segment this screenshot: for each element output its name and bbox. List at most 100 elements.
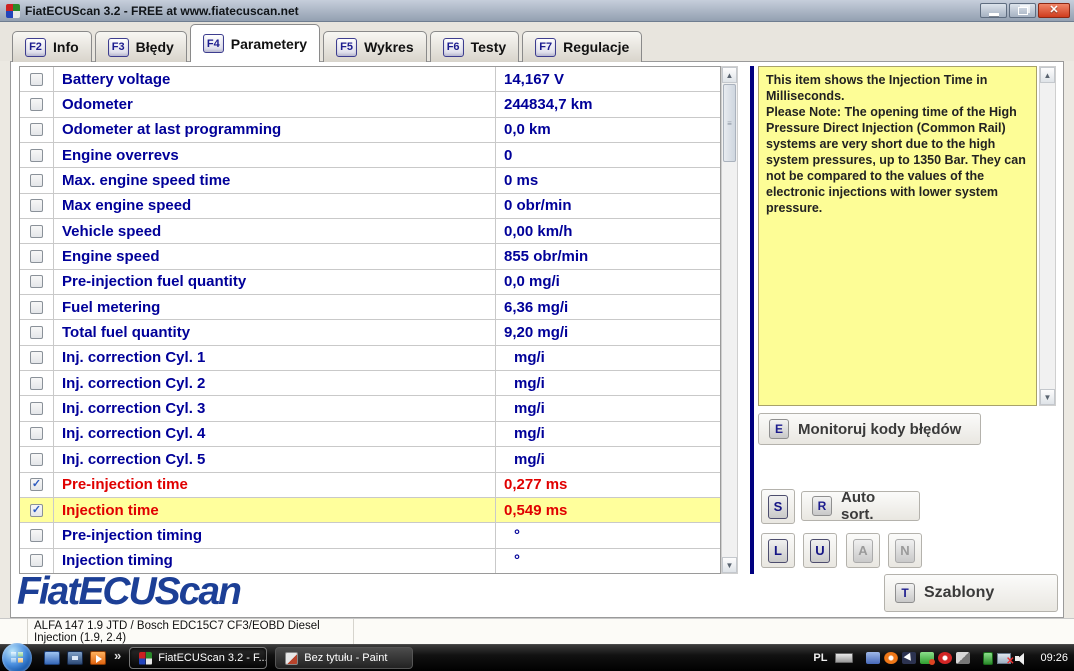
scrollbar-thumb[interactable]: ≡ (723, 84, 736, 162)
media-player-icon[interactable] (90, 651, 106, 665)
tab-label: Parametery (231, 36, 307, 52)
scroll-up-icon[interactable]: ▲ (722, 67, 737, 83)
table-row[interactable]: Max engine speed0 obr/min (20, 193, 720, 218)
gray-app-icon[interactable] (956, 652, 970, 664)
row-checkbox[interactable] (30, 554, 43, 567)
checkbox-cell (20, 371, 54, 395)
param-name: Pre-injection timing (54, 523, 495, 547)
language-indicator[interactable]: PL (813, 652, 827, 664)
param-name: Inj. correction Cyl. 3 (54, 396, 495, 420)
checkbox-cell (20, 270, 54, 294)
param-value: 855 obr/min (495, 244, 720, 268)
signal-icon[interactable] (920, 652, 934, 664)
table-row[interactable]: Inj. correction Cyl. 1mg/i (20, 345, 720, 370)
taskbar: » FiatECUScan 3.2 - F... Bez tytułu - Pai… (0, 644, 1074, 671)
tab-regulacje[interactable]: F7Regulacje (522, 31, 642, 62)
key-l-button[interactable]: L (761, 533, 795, 568)
checkbox-cell (20, 92, 54, 116)
parameter-info-box: This item shows the Injection Time in Mi… (758, 66, 1037, 406)
table-row[interactable]: Inj. correction Cyl. 3mg/i (20, 395, 720, 420)
volume-icon[interactable] (1015, 652, 1030, 665)
remote-desktop-icon[interactable] (67, 651, 83, 665)
network-offline-icon[interactable] (997, 653, 1011, 664)
table-row[interactable]: Total fuel quantity9,20 mg/i (20, 319, 720, 344)
templates-button[interactable]: T Szablony (884, 574, 1058, 612)
row-checkbox[interactable] (30, 73, 43, 86)
monitor-error-codes-button[interactable]: E Monitoruj kody błędów (758, 413, 981, 445)
clock: 09:26 (1040, 652, 1068, 664)
tab-testy[interactable]: F6Testy (430, 31, 520, 62)
row-checkbox[interactable] (30, 250, 43, 263)
checkbox-cell: ✓ (20, 473, 54, 497)
key-a-button[interactable]: A (846, 533, 880, 568)
tab-wykres[interactable]: F5 Wykres (323, 31, 427, 62)
table-row[interactable]: Odometer244834,7 km (20, 91, 720, 116)
row-checkbox[interactable]: ✓ (30, 478, 43, 491)
restore-button[interactable] (1009, 3, 1036, 18)
row-checkbox[interactable] (30, 377, 43, 390)
auto-sort-button[interactable]: R Auto sort. (801, 491, 920, 521)
row-checkbox[interactable] (30, 275, 43, 288)
tab-błędy[interactable]: F3Błędy (95, 31, 187, 62)
row-checkbox[interactable] (30, 199, 43, 212)
row-checkbox[interactable] (30, 98, 43, 111)
tab-label: Wykres (364, 39, 414, 55)
param-value: mg/i (495, 422, 720, 446)
key-l-badge: L (768, 539, 788, 563)
key-u-button[interactable]: U (803, 533, 837, 568)
row-checkbox[interactable] (30, 149, 43, 162)
parameter-table: Battery voltage14,167 VOdometer244834,7 … (19, 66, 721, 574)
close-button[interactable] (1038, 3, 1070, 18)
table-row[interactable]: Inj. correction Cyl. 4mg/i (20, 421, 720, 446)
table-row[interactable]: ✓Injection time0,549 ms (20, 497, 720, 522)
keyboard-icon[interactable] (835, 653, 853, 663)
row-checkbox[interactable] (30, 453, 43, 466)
orange-update-icon[interactable] (884, 652, 898, 664)
key-r-badge: R (812, 496, 832, 516)
table-row[interactable]: Battery voltage14,167 V (20, 67, 720, 91)
table-row[interactable]: Inj. correction Cyl. 5mg/i (20, 446, 720, 471)
taskbar-button[interactable]: FiatECUScan 3.2 - F... (129, 647, 267, 669)
antivirus-icon[interactable] (938, 652, 952, 664)
scroll-down-icon[interactable]: ▼ (722, 557, 737, 573)
row-checkbox[interactable] (30, 427, 43, 440)
power-icon[interactable] (983, 652, 993, 665)
row-checkbox[interactable] (30, 123, 43, 136)
row-checkbox[interactable]: ✓ (30, 504, 43, 517)
key-n-button[interactable]: N (888, 533, 922, 568)
quick-launch-overflow-chevron[interactable]: » (114, 648, 121, 663)
row-checkbox[interactable] (30, 529, 43, 542)
monitor-icon[interactable] (44, 651, 60, 665)
table-row[interactable]: Inj. correction Cyl. 2mg/i (20, 370, 720, 395)
minimize-button[interactable] (980, 3, 1007, 18)
start-button[interactable] (2, 643, 32, 671)
scroll-up-icon[interactable]: ▲ (1040, 67, 1055, 83)
row-checkbox[interactable] (30, 351, 43, 364)
checkbox-cell (20, 143, 54, 167)
fkey-badge: F5 (336, 38, 357, 57)
table-row[interactable]: ✓Pre-injection time0,277 ms (20, 472, 720, 497)
table-row[interactable]: Vehicle speed0,00 km/h (20, 218, 720, 243)
scroll-down-icon[interactable]: ▼ (1040, 389, 1055, 405)
row-checkbox[interactable] (30, 225, 43, 238)
row-checkbox[interactable] (30, 301, 43, 314)
table-row[interactable]: Max. engine speed time0 ms (20, 167, 720, 192)
table-row[interactable]: Fuel metering6,36 mg/i (20, 294, 720, 319)
table-row[interactable]: Pre-injection fuel quantity0,0 mg/i (20, 269, 720, 294)
sort-button[interactable]: S (761, 489, 795, 524)
table-row[interactable]: Engine speed855 obr/min (20, 243, 720, 268)
table-scrollbar[interactable]: ▲ ≡ ▼ (721, 66, 738, 574)
blue-app-icon[interactable] (866, 652, 880, 664)
table-row[interactable]: Odometer at last programming0,0 km (20, 117, 720, 142)
info-scrollbar[interactable]: ▲ ▼ (1039, 66, 1056, 406)
table-row[interactable]: Engine overrevs0 (20, 142, 720, 167)
row-checkbox[interactable] (30, 174, 43, 187)
row-checkbox[interactable] (30, 402, 43, 415)
row-checkbox[interactable] (30, 326, 43, 339)
taskbar-button[interactable]: Bez tytułu - Paint (275, 647, 413, 669)
tab-parametery[interactable]: F4Parametery (190, 24, 320, 62)
tray-icons (866, 652, 970, 664)
table-row[interactable]: Pre-injection timing° (20, 522, 720, 547)
tab-info[interactable]: F2Info (12, 31, 92, 62)
pointer-icon[interactable] (902, 652, 916, 664)
